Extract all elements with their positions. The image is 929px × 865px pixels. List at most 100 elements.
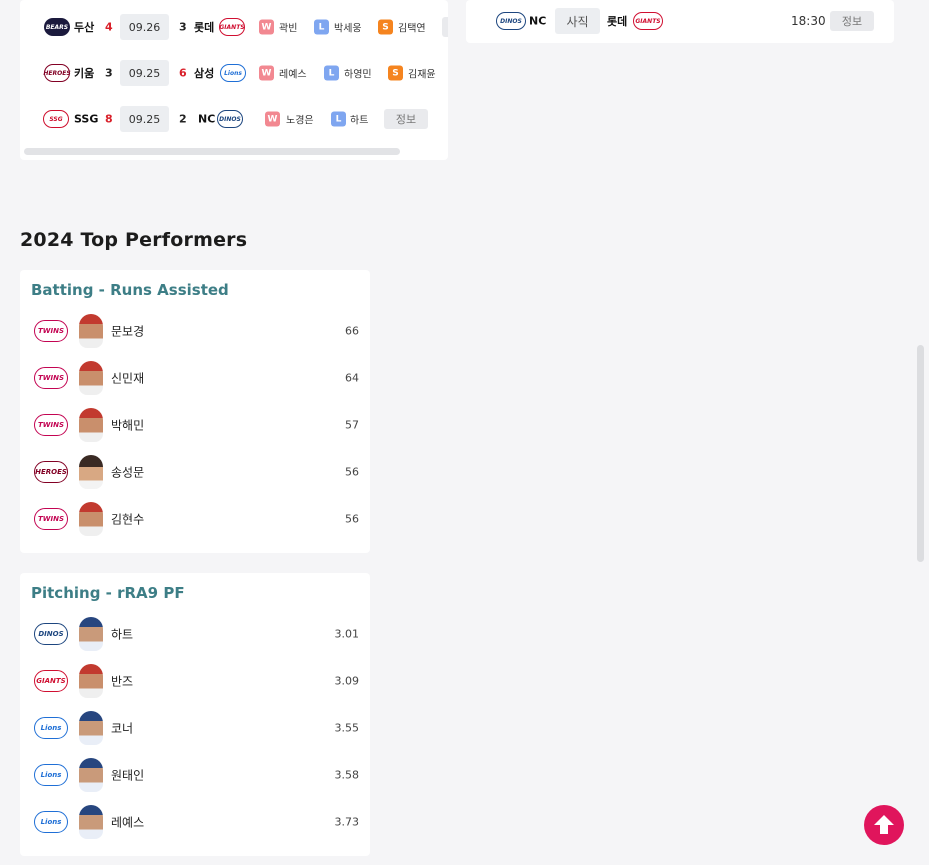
heroes-logo-icon: HEROES xyxy=(34,461,68,483)
game-date: 09.25 xyxy=(120,60,169,86)
away-team: 두산 xyxy=(74,21,95,34)
bears-logo-icon: BEARS xyxy=(44,18,70,36)
win-badge: W xyxy=(265,111,280,127)
player-avatar xyxy=(79,314,103,348)
player-row[interactable]: TWINS 문보경 66 xyxy=(20,311,370,351)
player-avatar xyxy=(79,805,103,839)
loss-badge: L xyxy=(314,19,329,35)
loss-pitcher: 박세웅 xyxy=(334,23,362,35)
away-team: SSG xyxy=(74,112,99,126)
home-score: 2 xyxy=(179,112,187,126)
home-score: 6 xyxy=(179,66,187,80)
game-info-button[interactable]: 정보 xyxy=(384,109,428,129)
stat-value: 3.58 xyxy=(334,768,360,782)
giants-logo-icon: GIANTS xyxy=(34,670,68,692)
game-date: 09.26 xyxy=(120,14,169,40)
stat-value: 56 xyxy=(345,512,359,526)
game-row[interactable]: BEARS 두산 4 09.26 3 롯데 GIANTS W 곽빈 L 박세웅 … xyxy=(20,13,448,41)
save-badge: S xyxy=(388,65,403,81)
scroll-to-top-button[interactable] xyxy=(864,805,904,845)
player-avatar xyxy=(79,617,103,651)
lions-logo-icon: Lions xyxy=(220,64,246,82)
player-row[interactable]: TWINS 박해민 57 xyxy=(20,405,370,445)
stat-value: 3.09 xyxy=(334,674,360,688)
save-badge: S xyxy=(378,19,393,35)
stat-value: 3.73 xyxy=(334,815,360,829)
upcoming-game-card: DINOS NC 사직 롯데 GIANTS 18:30 정보 xyxy=(466,0,894,43)
dinos-logo-icon: DINOS xyxy=(217,110,243,128)
game-row[interactable]: HEROES 키움 3 09.25 6 삼성 Lions W 레예스 L 하영민… xyxy=(20,59,448,87)
loss-pitcher: 하트 xyxy=(350,115,369,127)
win-badge: W xyxy=(259,65,274,81)
section-title: 2024 Top Performers xyxy=(20,229,248,251)
game-row[interactable]: SSG SSG 8 09.25 2 NC DINOS W 노경은 L 하트 정보 xyxy=(20,105,448,133)
horizontal-scrollbar[interactable] xyxy=(24,148,400,155)
twins-logo-icon: TWINS xyxy=(34,414,68,436)
player-name[interactable]: 원태인 xyxy=(111,767,144,784)
player-row[interactable]: Lions 코너 3.55 xyxy=(20,708,370,748)
player-name[interactable]: 코너 xyxy=(111,720,133,737)
twins-logo-icon: TWINS xyxy=(34,508,68,530)
player-avatar xyxy=(79,664,103,698)
player-name[interactable]: 하트 xyxy=(111,626,133,643)
stat-value: 57 xyxy=(345,418,359,432)
save-pitcher: 김재윤 xyxy=(408,69,436,81)
away-team: 키움 xyxy=(74,67,95,80)
win-badge: W xyxy=(259,19,274,35)
dinos-logo-icon: DINOS xyxy=(496,12,526,30)
player-avatar xyxy=(79,711,103,745)
arrow-up-icon xyxy=(874,815,894,834)
away-score: 4 xyxy=(105,20,113,34)
game-time: 18:30 xyxy=(791,14,826,28)
home-team: NC xyxy=(198,112,216,126)
stat-value: 3.55 xyxy=(334,721,360,735)
dinos-logo-icon: DINOS xyxy=(34,623,68,645)
home-score: 3 xyxy=(179,20,187,34)
win-pitcher: 레예스 xyxy=(279,69,307,81)
player-row[interactable]: HEROES 송성문 56 xyxy=(20,452,370,492)
game-info-button[interactable]: 정보 xyxy=(830,11,874,31)
away-score: 8 xyxy=(105,112,113,126)
loss-badge: L xyxy=(324,65,339,81)
page-scrollbar[interactable] xyxy=(917,345,924,562)
player-name[interactable]: 신민재 xyxy=(111,370,144,387)
landers-logo-icon: SSG xyxy=(43,110,69,128)
stat-value: 56 xyxy=(345,465,359,479)
game-venue: 사직 xyxy=(555,8,600,34)
save-pitcher: 김택연 xyxy=(398,23,426,35)
lions-logo-icon: Lions xyxy=(34,764,68,786)
player-row[interactable]: GIANTS 반즈 3.09 xyxy=(20,661,370,701)
player-name[interactable]: 반즈 xyxy=(111,673,133,690)
game-info-button[interactable] xyxy=(442,17,448,37)
giants-logo-icon: GIANTS xyxy=(219,18,245,36)
player-name[interactable]: 김현수 xyxy=(111,511,144,528)
twins-logo-icon: TWINS xyxy=(34,367,68,389)
away-team: NC xyxy=(529,14,547,28)
player-avatar xyxy=(79,502,103,536)
giants-logo-icon: GIANTS xyxy=(633,12,663,30)
player-avatar xyxy=(79,408,103,442)
stat-value: 3.01 xyxy=(334,627,360,641)
card-title: Pitching - rRA9 PF xyxy=(31,584,185,602)
player-row[interactable]: DINOS 하트 3.01 xyxy=(20,614,370,654)
lions-logo-icon: Lions xyxy=(34,811,68,833)
player-name[interactable]: 문보경 xyxy=(111,323,144,340)
player-name[interactable]: 박해민 xyxy=(111,417,144,434)
player-row[interactable]: TWINS 김현수 56 xyxy=(20,499,370,539)
heroes-logo-icon: HEROES xyxy=(43,64,71,82)
recent-games-card: BEARS 두산 4 09.26 3 롯데 GIANTS W 곽빈 L 박세웅 … xyxy=(20,0,448,160)
stat-value: 64 xyxy=(345,371,359,385)
card-title: Batting - Runs Assisted xyxy=(31,281,229,299)
player-row[interactable]: TWINS 신민재 64 xyxy=(20,358,370,398)
player-name[interactable]: 레예스 xyxy=(111,814,144,831)
player-name[interactable]: 송성문 xyxy=(111,464,144,481)
home-team: 삼성 xyxy=(194,67,215,80)
home-team: 롯데 xyxy=(607,15,628,28)
player-avatar xyxy=(79,361,103,395)
player-avatar xyxy=(79,455,103,489)
player-row[interactable]: Lions 레예스 3.73 xyxy=(20,802,370,842)
lions-logo-icon: Lions xyxy=(34,717,68,739)
loss-badge: L xyxy=(331,111,346,127)
away-score: 3 xyxy=(105,66,113,80)
player-row[interactable]: Lions 원태인 3.58 xyxy=(20,755,370,795)
